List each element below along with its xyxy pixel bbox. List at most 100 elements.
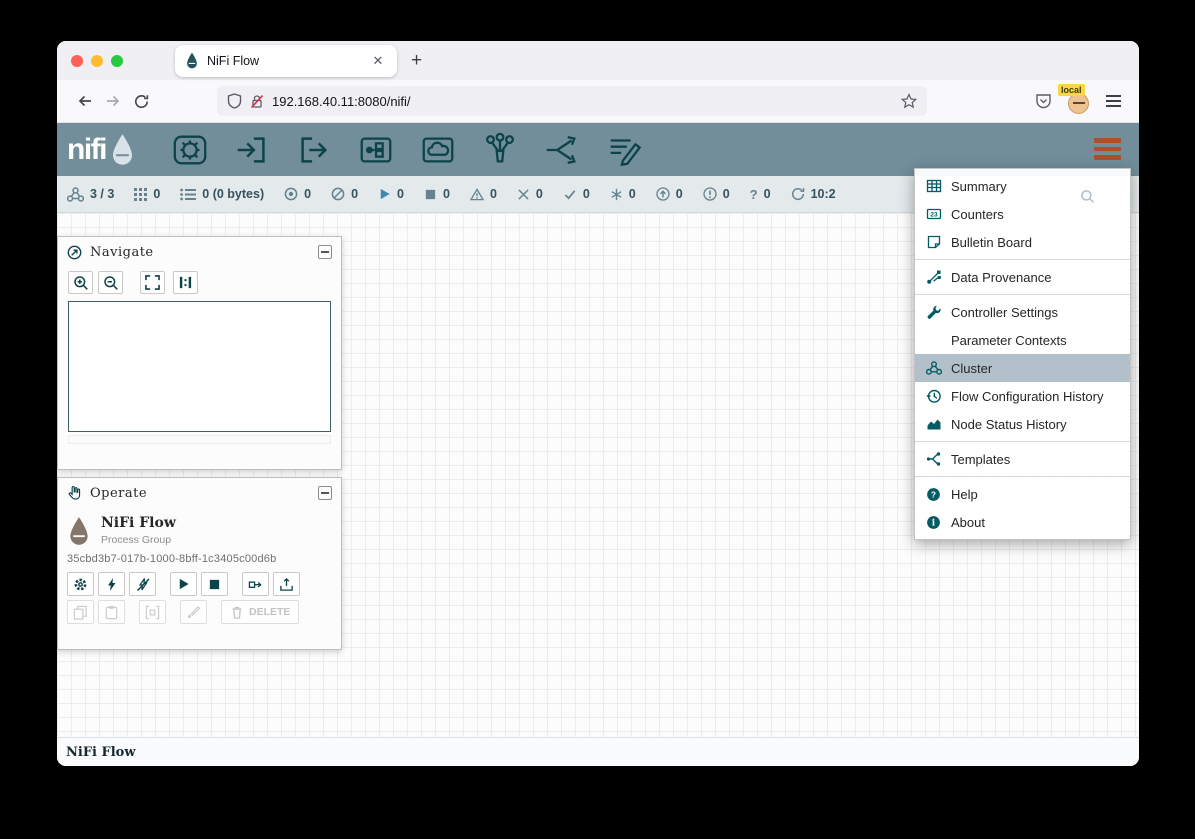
operate-selection: NiFi Flow Process Group	[58, 508, 341, 546]
stat-running: 0	[378, 187, 404, 201]
stat-queued: 0 (0 bytes)	[180, 187, 264, 201]
stat-stale: 0	[656, 187, 683, 201]
browser-window: NiFi Flow ✕ + 192.168.40.11:8080/nifi/	[57, 41, 1139, 766]
browser-tab-bar: NiFi Flow ✕ +	[57, 41, 1139, 80]
stat-up-to-date: 0	[563, 187, 590, 201]
back-icon[interactable]	[71, 87, 99, 115]
url-path: :8080/nifi/	[354, 94, 410, 109]
upload-template-button[interactable]	[273, 572, 300, 596]
menu-item-cluster[interactable]: Cluster	[915, 354, 1130, 382]
stat-disabled: 0	[517, 187, 543, 201]
collapse-operate-button[interactable]	[318, 486, 332, 500]
exclamation-circle-icon	[703, 187, 717, 201]
invalid-warning-icon	[470, 188, 484, 201]
help-circle-icon: ?	[925, 487, 942, 502]
enable-bolt-button[interactable]	[98, 572, 125, 596]
zoom-fit-button[interactable]	[140, 271, 165, 294]
component-toolbar	[170, 130, 644, 170]
menu-item-about[interactable]: i About	[915, 508, 1130, 536]
funnel-icon[interactable]	[480, 130, 520, 170]
url-bar[interactable]: 192.168.40.11:8080/nifi/	[217, 86, 927, 116]
profile-avatar[interactable]: local	[1067, 89, 1091, 113]
operate-panel-header: Operate	[58, 478, 341, 508]
configuration-button[interactable]	[67, 572, 94, 596]
tab-title: NiFi Flow	[207, 54, 369, 68]
delete-button[interactable]: DELETE	[221, 600, 299, 624]
fill-color-brush-button[interactable]	[180, 600, 207, 624]
nifi-logo-text: nifi	[67, 133, 106, 167]
output-port-icon[interactable]	[294, 130, 334, 170]
not-transmitting-icon	[331, 187, 345, 201]
stat-stopped: 0	[424, 187, 450, 201]
avatar	[1068, 93, 1089, 114]
threads-grid-icon	[134, 188, 147, 201]
template-icon[interactable]	[542, 130, 582, 170]
check-icon	[563, 188, 577, 201]
stat-locally-modified-and-stale: 0	[703, 187, 730, 201]
menu-item-parameter-contexts[interactable]: Parameter Contexts	[915, 326, 1130, 354]
reload-icon[interactable]	[127, 87, 155, 115]
zoom-out-button[interactable]	[98, 271, 123, 294]
stop-button[interactable]	[201, 572, 228, 596]
process-group-icon[interactable]	[356, 130, 396, 170]
operate-buttons-row1	[58, 568, 341, 596]
table-icon	[925, 178, 942, 194]
template-branch-icon	[925, 451, 942, 467]
search-icon[interactable]	[1080, 189, 1095, 204]
remote-process-group-icon[interactable]	[418, 130, 458, 170]
menu-item-controller-settings[interactable]: Controller Settings	[915, 298, 1130, 326]
global-menu-icon[interactable]	[1094, 138, 1121, 160]
new-tab-button[interactable]: +	[411, 51, 422, 70]
disabled-icon	[517, 188, 530, 201]
tracking-shield-icon[interactable]	[227, 93, 242, 109]
svg-text:?: ?	[931, 489, 936, 499]
input-port-icon[interactable]	[232, 130, 272, 170]
transmitting-icon	[284, 187, 298, 201]
navigate-tools	[58, 267, 341, 294]
copy-button[interactable]	[67, 600, 94, 624]
url-host: 192.168.40.11	[272, 94, 354, 109]
disable-bolt-slash-button[interactable]	[129, 572, 156, 596]
menu-item-bulletin-board[interactable]: Bulletin Board	[915, 228, 1130, 256]
minimize-window-button[interactable]	[91, 55, 103, 67]
close-window-button[interactable]	[71, 55, 83, 67]
menu-divider	[915, 476, 1130, 477]
browser-tab[interactable]: NiFi Flow ✕	[175, 45, 397, 77]
running-play-icon	[378, 187, 391, 201]
pocket-icon[interactable]	[1035, 93, 1052, 109]
navigate-panel: Navigate	[57, 236, 342, 470]
stat-active-threads: 0	[134, 187, 160, 201]
refresh-icon[interactable]	[791, 187, 805, 201]
counter-icon: 23	[925, 206, 942, 222]
menu-divider	[915, 294, 1130, 295]
create-template-button[interactable]	[242, 572, 269, 596]
maximize-window-button[interactable]	[111, 55, 123, 67]
start-button[interactable]	[170, 572, 197, 596]
menu-item-templates[interactable]: Templates	[915, 445, 1130, 473]
group-button[interactable]	[139, 600, 166, 624]
processor-icon[interactable]	[170, 130, 210, 170]
minimap-scroll-strip	[68, 435, 331, 444]
cluster-icon	[67, 187, 84, 202]
menu-item-flow-configuration-history[interactable]: Flow Configuration History	[915, 382, 1130, 410]
menu-item-node-status-history[interactable]: Node Status History	[915, 410, 1130, 438]
menu-item-data-provenance[interactable]: Data Provenance	[915, 263, 1130, 291]
nifi-logo: nifi	[57, 133, 136, 167]
label-icon[interactable]	[604, 130, 644, 170]
menu-item-summary[interactable]: Summary	[915, 172, 1130, 200]
paste-button[interactable]	[98, 600, 125, 624]
forward-icon[interactable]	[99, 87, 127, 115]
zoom-in-button[interactable]	[68, 271, 93, 294]
provenance-icon	[925, 269, 942, 285]
breadcrumb-root[interactable]: NiFi Flow	[66, 745, 136, 760]
zoom-actual-size-button[interactable]	[173, 271, 198, 294]
browser-menu-icon[interactable]	[1106, 95, 1121, 107]
bookmark-star-icon[interactable]	[901, 93, 917, 109]
tab-close-icon[interactable]: ✕	[369, 53, 387, 69]
insecure-lock-icon[interactable]	[250, 94, 264, 109]
collapse-navigate-button[interactable]	[318, 245, 332, 259]
menu-item-counters[interactable]: 23 Counters	[915, 200, 1130, 228]
birdseye-minimap[interactable]	[68, 301, 331, 432]
menu-item-help[interactable]: ? Help	[915, 480, 1130, 508]
operate-panel-title: Operate	[90, 486, 310, 501]
